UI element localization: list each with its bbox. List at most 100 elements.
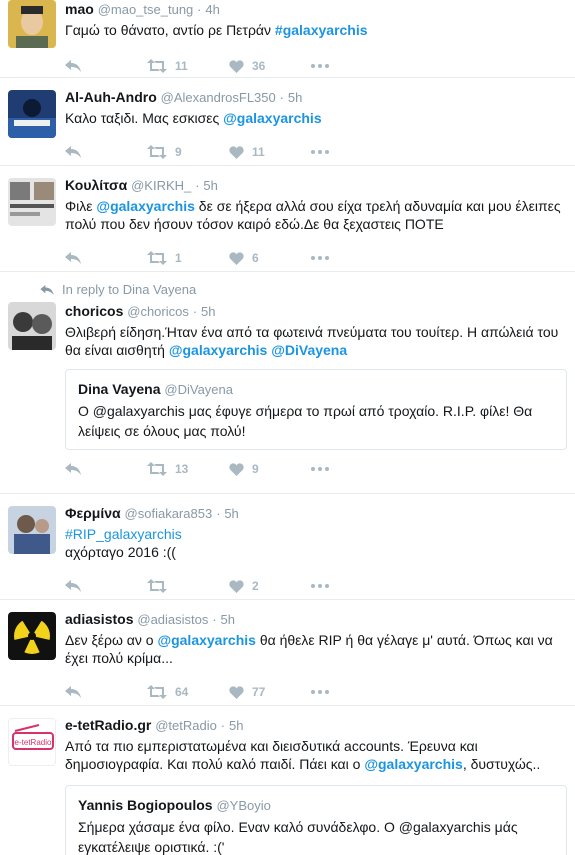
heart-icon [229, 251, 244, 265]
timestamp[interactable]: 5h [203, 178, 217, 193]
hashtag-link[interactable]: #galaxyarchis [275, 22, 368, 38]
more-button[interactable] [311, 150, 393, 154]
more-button[interactable] [311, 64, 393, 68]
like-count: 2 [252, 579, 259, 593]
author-handle[interactable]: @adiasistos [137, 612, 208, 627]
retweet-button[interactable] [147, 579, 229, 593]
timestamp[interactable]: 5h [288, 90, 302, 105]
tweet[interactable]: e-tetRadio e-tetRadio.gr @tetRadio · 5h … [0, 706, 575, 855]
mention-link[interactable]: @galaxyarchis [223, 110, 322, 126]
reply-button[interactable] [65, 60, 147, 72]
author-name[interactable]: Φερμίνα [65, 505, 121, 521]
heart-icon [229, 59, 244, 73]
avatar[interactable] [8, 612, 56, 660]
retweet-button[interactable]: 11 [147, 59, 229, 73]
retweet-button[interactable]: 9 [147, 145, 229, 159]
more-icon [311, 64, 329, 68]
tweet-text: Γαμώ το θάνατο, αντίο ρε Πετράν #galaxya… [65, 21, 567, 39]
tweet[interactable]: In reply to Dina Vayena choricos @choric… [0, 272, 575, 494]
separator: · [195, 178, 200, 193]
more-button[interactable] [311, 584, 393, 588]
tweet[interactable]: mao @mao_tse_tung · 4h Γαμώ το θάνατο, α… [0, 0, 575, 78]
tweet-header: choricos @choricos · 5h [65, 302, 567, 321]
like-button[interactable]: 9 [229, 462, 311, 476]
tweet[interactable]: Φερμίνα @sofiakara853 · 5h #RIP_galaxyar… [0, 494, 575, 600]
author-name[interactable]: choricos [65, 303, 123, 319]
mention-link[interactable]: @galaxyarchis [157, 632, 256, 648]
tweet-text: Καλο ταξιδι. Μας εσκισες @galaxyarchis [65, 109, 567, 127]
retweet-count: 1 [175, 251, 182, 265]
tweet[interactable]: Al-Auh-Andro @AlexandrosFL350 · 5h Καλο … [0, 78, 575, 166]
author-handle[interactable]: @KIRKH_ [131, 178, 191, 193]
avatar[interactable] [8, 90, 56, 138]
timestamp[interactable]: 5h [221, 612, 235, 627]
heart-icon [229, 462, 244, 476]
reply-button[interactable] [65, 252, 147, 264]
avatar[interactable] [8, 0, 56, 48]
author-handle[interactable]: @mao_tse_tung [98, 2, 194, 17]
tweet[interactable]: adiasistos @adiasistos · 5h Δεν ξέρω αν … [0, 600, 575, 706]
reply-button[interactable] [65, 463, 147, 475]
timestamp[interactable]: 4h [205, 2, 219, 17]
reply-icon [40, 285, 54, 295]
avatar[interactable] [8, 506, 56, 554]
tweet-actions: 2 [65, 569, 567, 603]
reply-context[interactable]: In reply to Dina Vayena [40, 282, 567, 298]
tweet-header: Al-Auh-Andro @AlexandrosFL350 · 5h [65, 88, 567, 107]
retweet-button[interactable]: 13 [147, 462, 229, 476]
avatar[interactable] [8, 178, 56, 226]
mention-link[interactable]: @galaxyarchis [364, 756, 463, 772]
more-icon [311, 584, 329, 588]
author-name[interactable]: mao [65, 1, 94, 17]
like-button[interactable]: 6 [229, 251, 311, 265]
retweet-icon [147, 579, 167, 593]
mention-link[interactable]: @DiVayena [271, 342, 347, 358]
author-handle[interactable]: @tetRadio [155, 718, 217, 733]
author-name[interactable]: e-tetRadio.gr [65, 717, 151, 733]
quoted-text: Σήμερα χάσαμε ένα φίλο. Εναν καλό συνάδε… [78, 819, 518, 855]
timestamp[interactable]: 5h [224, 506, 238, 521]
retweet-button[interactable]: 1 [147, 251, 229, 265]
tweet-text: Από τα πιο εμπεριστατωμένα και διεισδυτι… [65, 737, 567, 773]
reply-button[interactable] [65, 146, 147, 158]
quoted-tweet[interactable]: Yannis Bogiopoulos @YBoyio Σήμερα χάσαμε… [65, 785, 567, 855]
separator: · [216, 506, 221, 521]
avatar[interactable]: e-tetRadio [8, 718, 56, 766]
reply-button[interactable] [65, 686, 147, 698]
avatar[interactable] [8, 302, 56, 350]
retweet-icon [147, 685, 167, 699]
like-button[interactable]: 77 [229, 685, 311, 699]
retweet-icon [147, 462, 167, 476]
author-handle[interactable]: @sofiakara853 [125, 506, 213, 521]
quoted-author-handle: @DiVayena [164, 382, 233, 397]
like-button[interactable]: 2 [229, 579, 311, 593]
author-name[interactable]: adiasistos [65, 611, 133, 627]
mention-link[interactable]: @galaxyarchis [169, 342, 268, 358]
like-button[interactable]: 11 [229, 145, 311, 159]
separator: · [192, 304, 198, 319]
reply-button[interactable] [65, 580, 147, 592]
tweet-actions: 64 77 [65, 675, 567, 709]
retweet-icon [147, 145, 167, 159]
tweet[interactable]: Κουλίτσα @KIRKH_ · 5h Φιλε @galaxyarchis… [0, 166, 575, 272]
more-button[interactable] [311, 256, 393, 260]
more-icon [311, 150, 329, 154]
more-button[interactable] [311, 467, 393, 471]
quoted-tweet[interactable]: Dina Vayena @DiVayena Ο @galaxyarchis μα… [65, 369, 567, 450]
author-name[interactable]: Al-Auh-Andro [65, 89, 157, 105]
timestamp[interactable]: 5h [201, 304, 215, 319]
quoted-header: Dina Vayena @DiVayena [78, 380, 556, 399]
author-handle[interactable]: @AlexandrosFL350 [161, 90, 276, 105]
retweet-icon [147, 59, 167, 73]
retweet-button[interactable]: 64 [147, 685, 229, 699]
reply-icon [65, 146, 81, 158]
hashtag-link[interactable]: #RIP_galaxyarchis [65, 525, 567, 543]
author-name[interactable]: Κουλίτσα [65, 177, 127, 193]
timestamp[interactable]: 5h [229, 718, 243, 733]
like-button[interactable]: 36 [229, 59, 311, 73]
reply-icon [65, 60, 81, 72]
more-button[interactable] [311, 690, 393, 694]
quoted-author-handle: @YBoyio [216, 798, 271, 813]
author-handle[interactable]: @choricos [127, 304, 189, 319]
mention-link[interactable]: @galaxyarchis [96, 198, 195, 214]
